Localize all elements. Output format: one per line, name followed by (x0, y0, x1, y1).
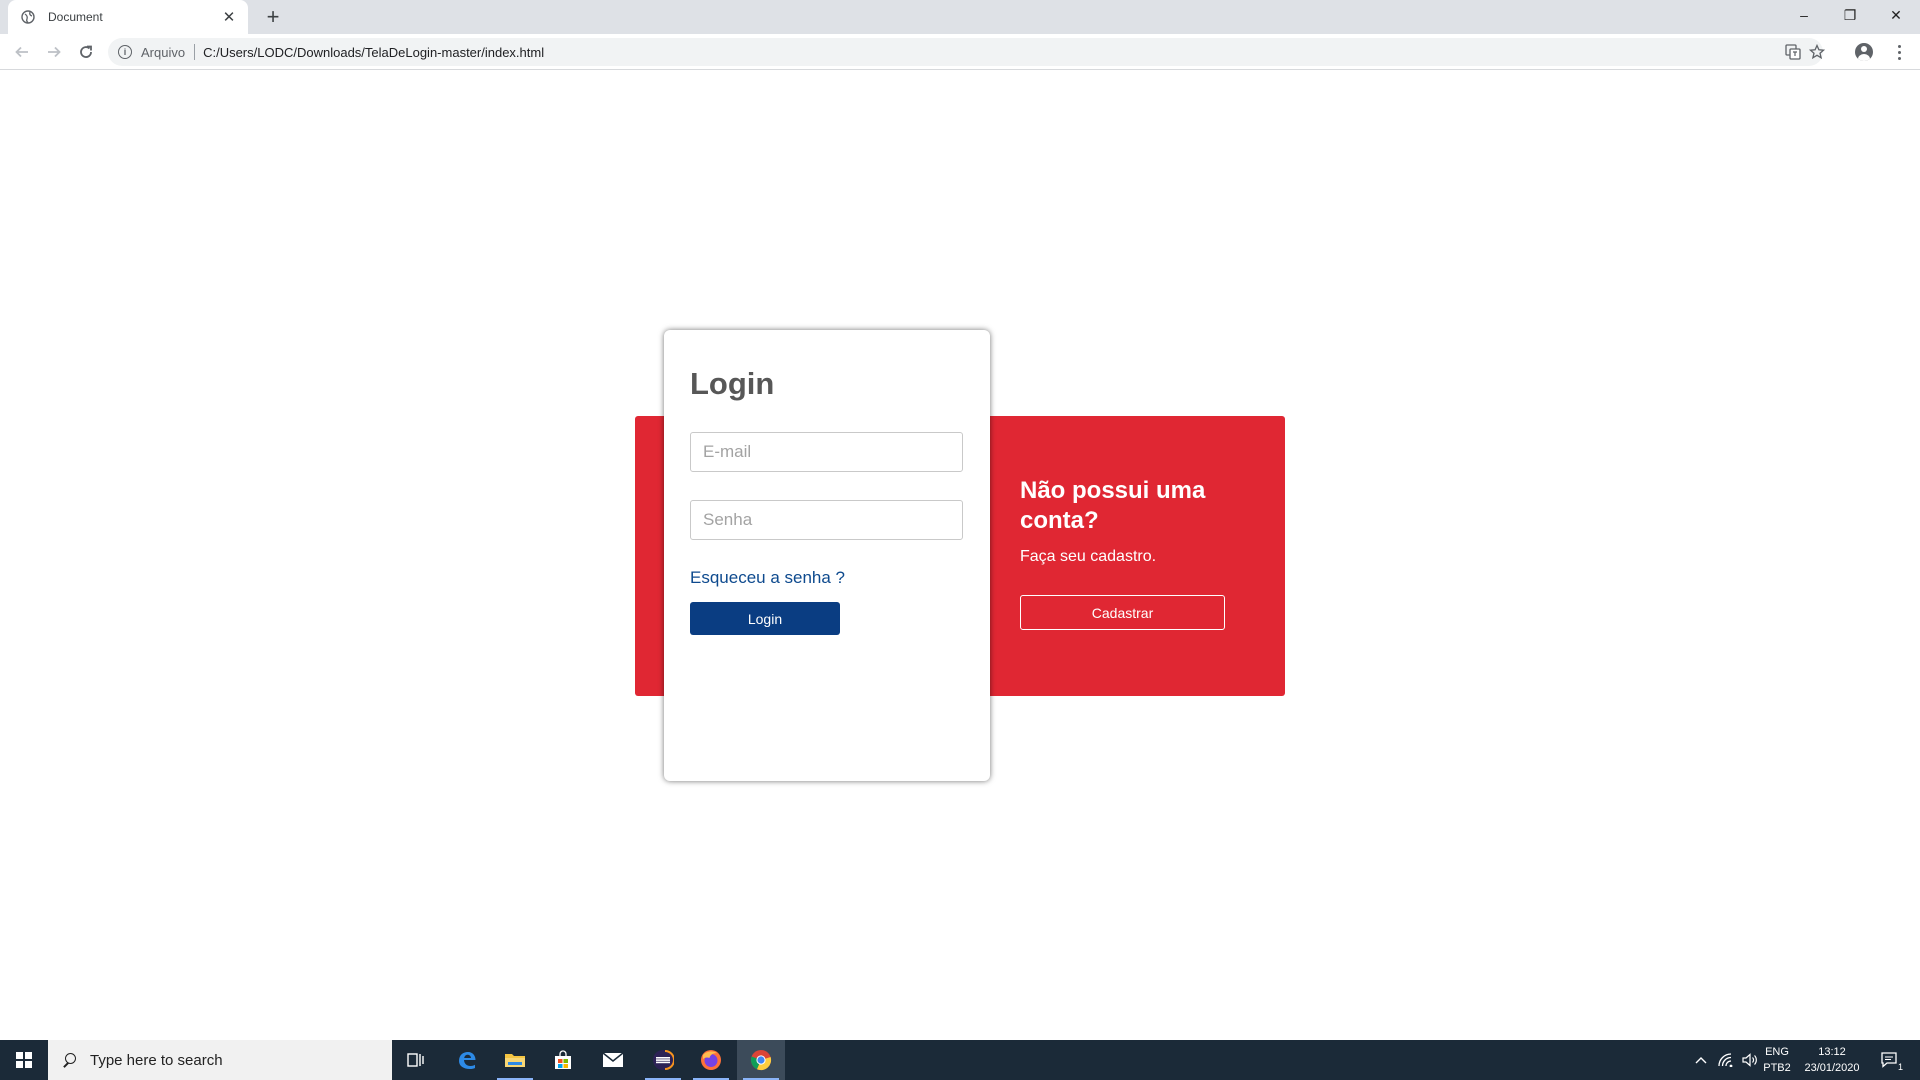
clock-time: 13:12 (1818, 1046, 1846, 1058)
browser-tab-strip: Document ✕ + – ❐ ✕ (0, 0, 1920, 34)
email-input[interactable] (690, 432, 963, 472)
login-title: Login (690, 366, 775, 401)
chevron-up-icon[interactable] (1690, 1040, 1712, 1080)
url-text[interactable]: C:/Users/LODC/Downloads/TelaDeLogin-mast… (203, 45, 544, 60)
mail-icon[interactable] (589, 1040, 637, 1080)
start-button[interactable] (0, 1040, 48, 1080)
address-separator (194, 44, 196, 60)
tab-title: Document (48, 10, 103, 24)
browser-tab[interactable]: Document ✕ (8, 0, 248, 34)
close-tab-icon[interactable]: ✕ (220, 8, 238, 26)
translate-icon[interactable] (1780, 38, 1806, 66)
windows-logo-icon (16, 1052, 32, 1068)
volume-icon[interactable] (1738, 1040, 1762, 1080)
eclipse-icon[interactable] (639, 1040, 687, 1080)
edge-browser-icon[interactable] (443, 1040, 491, 1080)
restore-button[interactable]: ❐ (1827, 0, 1873, 30)
task-view-icon[interactable] (392, 1040, 440, 1080)
address-scheme-label: Arquivo (141, 44, 186, 60)
browser-toolbar: i Arquivo C:/Users/LODC/Downloads/TelaDe… (0, 34, 1920, 70)
profile-avatar-icon[interactable] (1855, 43, 1873, 61)
signup-title: Não possui uma conta? (1020, 477, 1206, 534)
store-icon[interactable] (539, 1040, 587, 1080)
file-explorer-icon[interactable] (491, 1040, 539, 1080)
forgot-password-link[interactable]: Esqueceu a senha ? (690, 568, 845, 588)
clock[interactable]: 13:12 23/01/2020 (1796, 1040, 1868, 1080)
chrome-icon[interactable] (737, 1040, 785, 1080)
login-button[interactable]: Login (690, 602, 840, 635)
taskbar: Type here to search ENG PTB2 13:12 23/01… (0, 1040, 1920, 1080)
login-card: Login Esqueceu a senha ? Login (664, 330, 990, 781)
language-indicator[interactable]: ENG PTB2 (1762, 1040, 1792, 1080)
reload-icon (80, 45, 92, 58)
register-button[interactable]: Cadastrar (1020, 595, 1225, 630)
taskbar-search[interactable]: Type here to search (48, 1040, 392, 1080)
network-icon[interactable] (1714, 1040, 1738, 1080)
address-bar[interactable]: i Arquivo C:/Users/LODC/Downloads/TelaDe… (108, 38, 1825, 66)
new-tab-button[interactable]: + (260, 5, 286, 29)
signup-subtitle: Faça seu cadastro. (1020, 548, 1157, 565)
notification-center-icon[interactable]: 1 (1870, 1040, 1910, 1080)
browser-menu-icon[interactable] (1893, 42, 1905, 62)
taskbar-search-placeholder: Type here to search (90, 1051, 223, 1069)
signup-section: Não possui uma conta? Faça seu cadastro.… (1020, 476, 1250, 630)
globe-icon (20, 9, 36, 25)
search-icon (62, 1053, 76, 1067)
bookmark-star-icon[interactable] (1804, 38, 1830, 66)
minimize-button[interactable]: – (1781, 0, 1827, 30)
firefox-icon[interactable] (687, 1040, 735, 1080)
reload-button[interactable] (74, 40, 98, 64)
arrow-right-icon (48, 46, 61, 58)
info-icon[interactable]: i (118, 45, 132, 59)
clock-date: 23/01/2020 (1804, 1062, 1860, 1074)
forward-button[interactable] (42, 40, 66, 64)
close-window-button[interactable]: ✕ (1873, 0, 1919, 30)
password-input[interactable] (690, 500, 963, 540)
language-code: ENG (1765, 1046, 1789, 1058)
arrow-left-icon (15, 46, 28, 58)
back-button[interactable] (10, 40, 34, 64)
notification-count: 1 (1897, 1062, 1903, 1072)
keyboard-layout: PTB2 (1763, 1062, 1791, 1074)
